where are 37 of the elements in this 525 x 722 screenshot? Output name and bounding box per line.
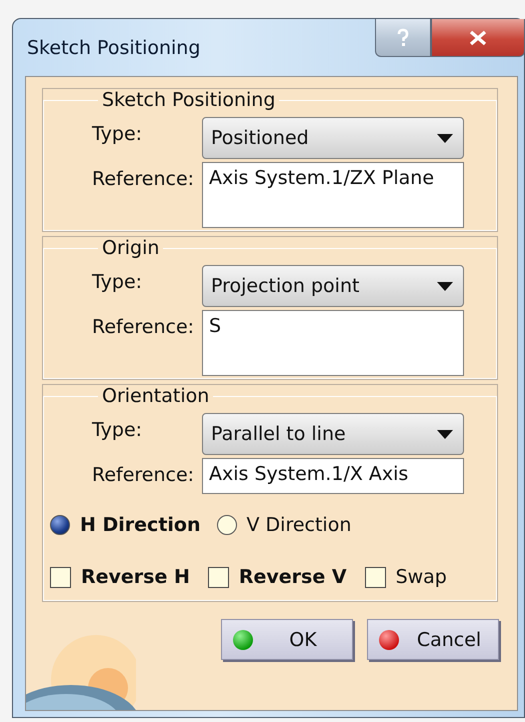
checkbox[interactable] [208, 566, 229, 588]
group-title: Orientation [101, 385, 210, 407]
help-icon [396, 28, 410, 48]
help-button[interactable] [375, 19, 431, 57]
sphere-icon [232, 628, 254, 650]
type-dropdown[interactable]: Projection point [202, 265, 464, 307]
group-title: Origin [101, 237, 160, 259]
field-label: Type: [92, 418, 144, 443]
type-dropdown[interactable]: Parallel to line [202, 413, 464, 455]
caret-icon [437, 282, 453, 290]
field-label: Reference: [92, 167, 196, 192]
cancel-button[interactable]: Cancel [367, 619, 499, 660]
caret-icon [437, 134, 453, 142]
field-label: Reference: [92, 315, 196, 340]
group-title: Sketch Positioning [101, 89, 276, 111]
checkbox[interactable] [50, 566, 71, 588]
type-dropdown[interactable]: Positioned [202, 117, 464, 159]
reference-field[interactable]: S [202, 310, 464, 376]
sphere-icon [378, 628, 400, 650]
radio-button[interactable] [50, 515, 70, 535]
close-button[interactable] [431, 19, 525, 57]
radio-label: H Direction [80, 514, 200, 536]
radio-label: V Direction [246, 514, 352, 536]
checkbox-label: Reverse V [238, 566, 347, 588]
ok-button[interactable]: OK [221, 619, 353, 660]
window-title: Sketch Positioning [27, 37, 200, 59]
reference-field[interactable]: Axis System.1/X Axis [202, 458, 464, 494]
caret-icon [437, 430, 453, 438]
reference-field[interactable]: Axis System.1/ZX Plane [202, 162, 464, 228]
close-icon [469, 30, 487, 46]
field-label: Type: [92, 270, 144, 295]
radio-button[interactable] [216, 515, 236, 535]
checkbox-label: Swap [396, 566, 447, 588]
checkbox-label: Reverse H [81, 566, 190, 588]
field-label: Type: [92, 122, 144, 147]
checkbox[interactable] [364, 566, 386, 588]
field-label: Reference: [92, 463, 196, 488]
